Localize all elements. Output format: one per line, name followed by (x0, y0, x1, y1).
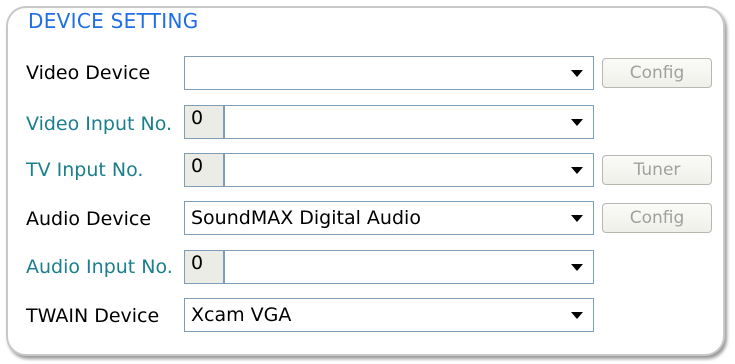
group-title: DEVICE SETTING (24, 9, 203, 33)
video-device-label: Video Device (26, 62, 151, 84)
video-config-button[interactable]: Config (602, 58, 712, 88)
audio-config-button[interactable]: Config (602, 203, 712, 233)
twain-device-value: Xcam VGA (191, 304, 292, 326)
chevron-down-icon[interactable] (562, 58, 592, 88)
chevron-down-icon[interactable] (562, 203, 592, 233)
video-device-select[interactable] (184, 56, 594, 90)
twain-device-label: TWAIN Device (26, 305, 160, 327)
audio-device-value: SoundMAX Digital Audio (191, 207, 421, 229)
video-input-label: Video Input No. (26, 113, 173, 135)
tv-input-select[interactable] (224, 153, 594, 187)
chevron-down-icon[interactable] (562, 155, 592, 185)
video-input-select[interactable] (224, 105, 594, 139)
tv-input-label: TV Input No. (26, 159, 144, 181)
audio-input-number: 0 (184, 250, 224, 284)
chevron-down-icon[interactable] (562, 252, 592, 282)
tv-input-number: 0 (184, 153, 224, 187)
twain-device-select[interactable]: Xcam VGA (184, 298, 594, 332)
chevron-down-icon[interactable] (562, 300, 592, 330)
tuner-button[interactable]: Tuner (602, 155, 712, 185)
video-input-number: 0 (184, 105, 224, 139)
audio-device-label: Audio Device (26, 208, 152, 230)
audio-input-label: Audio Input No. (26, 256, 173, 278)
audio-input-select[interactable] (224, 250, 594, 284)
chevron-down-icon[interactable] (562, 107, 592, 137)
audio-device-select[interactable]: SoundMAX Digital Audio (184, 201, 594, 235)
